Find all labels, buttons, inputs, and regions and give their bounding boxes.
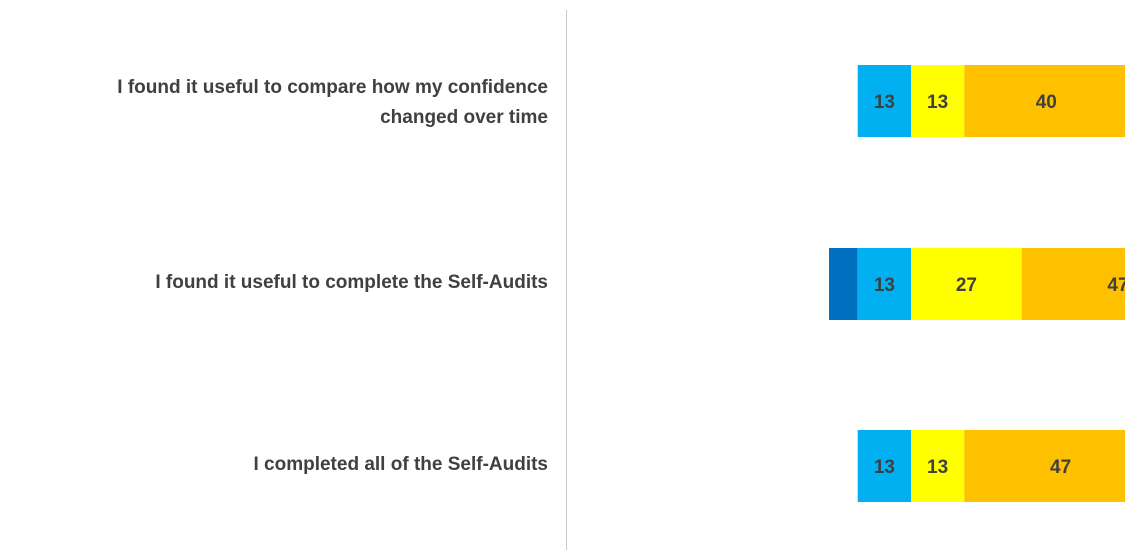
- stacked-bar-chart: 13134033132747713134727: [829, 65, 1125, 502]
- bar-segment-2-3: [964, 430, 1125, 502]
- data-label-1-1: 13: [874, 275, 895, 296]
- data-label-1-2: 27: [956, 275, 977, 296]
- data-label-2-1: 13: [874, 457, 895, 478]
- data-label-2-2: 13: [927, 457, 948, 478]
- data-label-2-3: 47: [1050, 457, 1071, 478]
- data-label-1-3: 47: [1107, 275, 1125, 296]
- data-label-0-1: 13: [874, 92, 895, 113]
- data-label-0-3: 40: [1036, 92, 1057, 113]
- bar-segment-1-0: [829, 248, 858, 320]
- data-label-0-2: 13: [927, 92, 948, 113]
